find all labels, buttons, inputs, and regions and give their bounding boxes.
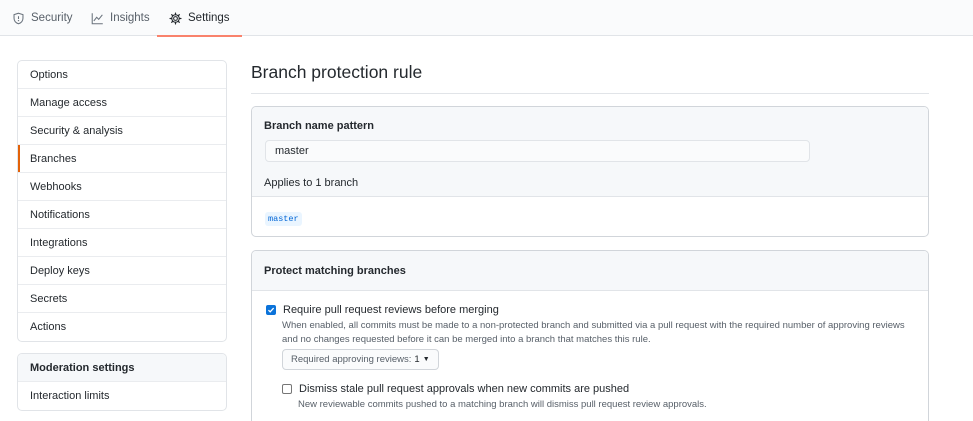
branch-pattern-box: Branch name pattern Applies to 1 branch … [251, 106, 929, 237]
tab-security-label: Security [31, 12, 73, 24]
require-reviews-label: Require pull request reviews before merg… [283, 304, 499, 316]
branch-pattern-header: Branch name pattern Applies to 1 branch [252, 107, 928, 197]
tab-settings[interactable]: Settings [157, 0, 242, 37]
sidebar-item-security-analysis[interactable]: Security & analysis [18, 117, 226, 145]
page-title: Branch protection rule [251, 62, 423, 82]
branch-chip: master [265, 212, 302, 226]
protect-heading: Protect matching branches [252, 251, 928, 291]
approving-reviews-label: Required approving reviews: [291, 354, 412, 365]
sidebar-item-secrets[interactable]: Secrets [18, 285, 226, 313]
sidebar-item-actions[interactable]: Actions [18, 313, 226, 341]
tab-settings-label: Settings [188, 12, 230, 24]
require-reviews-checkbox[interactable] [266, 305, 276, 315]
check-icon [267, 307, 275, 313]
require-reviews-row: Require pull request reviews before merg… [266, 304, 499, 316]
dismiss-stale-checkbox[interactable] [282, 384, 292, 394]
dismiss-stale-row: Dismiss stale pull request approvals whe… [282, 383, 629, 395]
moderation-heading: Moderation settings [18, 354, 226, 382]
moderation-sidebar: Moderation settings Interaction limits [17, 353, 227, 411]
settings-sidebar: Options Manage access Security & analysi… [17, 60, 227, 342]
sidebar-item-deploy-keys[interactable]: Deploy keys [18, 257, 226, 285]
repo-nav: Security Insights Settings [0, 0, 973, 37]
require-reviews-note: When enabled, all commits must be made t… [282, 320, 905, 345]
tab-insights-label: Insights [110, 12, 150, 24]
tab-insights[interactable]: Insights [91, 0, 150, 36]
title-divider [251, 93, 929, 94]
protect-branches-box: Protect matching branches Require pull r… [251, 250, 929, 421]
sidebar-item-manage-access[interactable]: Manage access [18, 89, 226, 117]
tab-security[interactable]: Security [12, 0, 73, 36]
sidebar-item-integrations[interactable]: Integrations [18, 229, 226, 257]
sidebar-item-webhooks[interactable]: Webhooks [18, 173, 226, 201]
gear-icon [169, 11, 182, 25]
applies-to-text: Applies to 1 branch [264, 177, 359, 189]
sidebar-item-notifications[interactable]: Notifications [18, 201, 226, 229]
graph-icon [91, 12, 103, 24]
branch-pattern-input[interactable] [265, 140, 810, 162]
sidebar-item-branches[interactable]: Branches [18, 145, 226, 173]
branch-pattern-label: Branch name pattern [264, 120, 375, 132]
shield-icon [13, 12, 24, 24]
caret-down-icon: ▼ [422, 356, 430, 363]
approving-reviews-value: 1 [414, 354, 420, 365]
dismiss-stale-note: New reviewable commits pushed to a match… [298, 399, 707, 410]
sidebar-item-interaction-limits[interactable]: Interaction limits [18, 382, 226, 410]
approving-reviews-select[interactable]: Required approving reviews: 1 ▼ [282, 349, 439, 370]
sidebar-item-options[interactable]: Options [18, 61, 226, 89]
dismiss-stale-label: Dismiss stale pull request approvals whe… [299, 383, 630, 395]
